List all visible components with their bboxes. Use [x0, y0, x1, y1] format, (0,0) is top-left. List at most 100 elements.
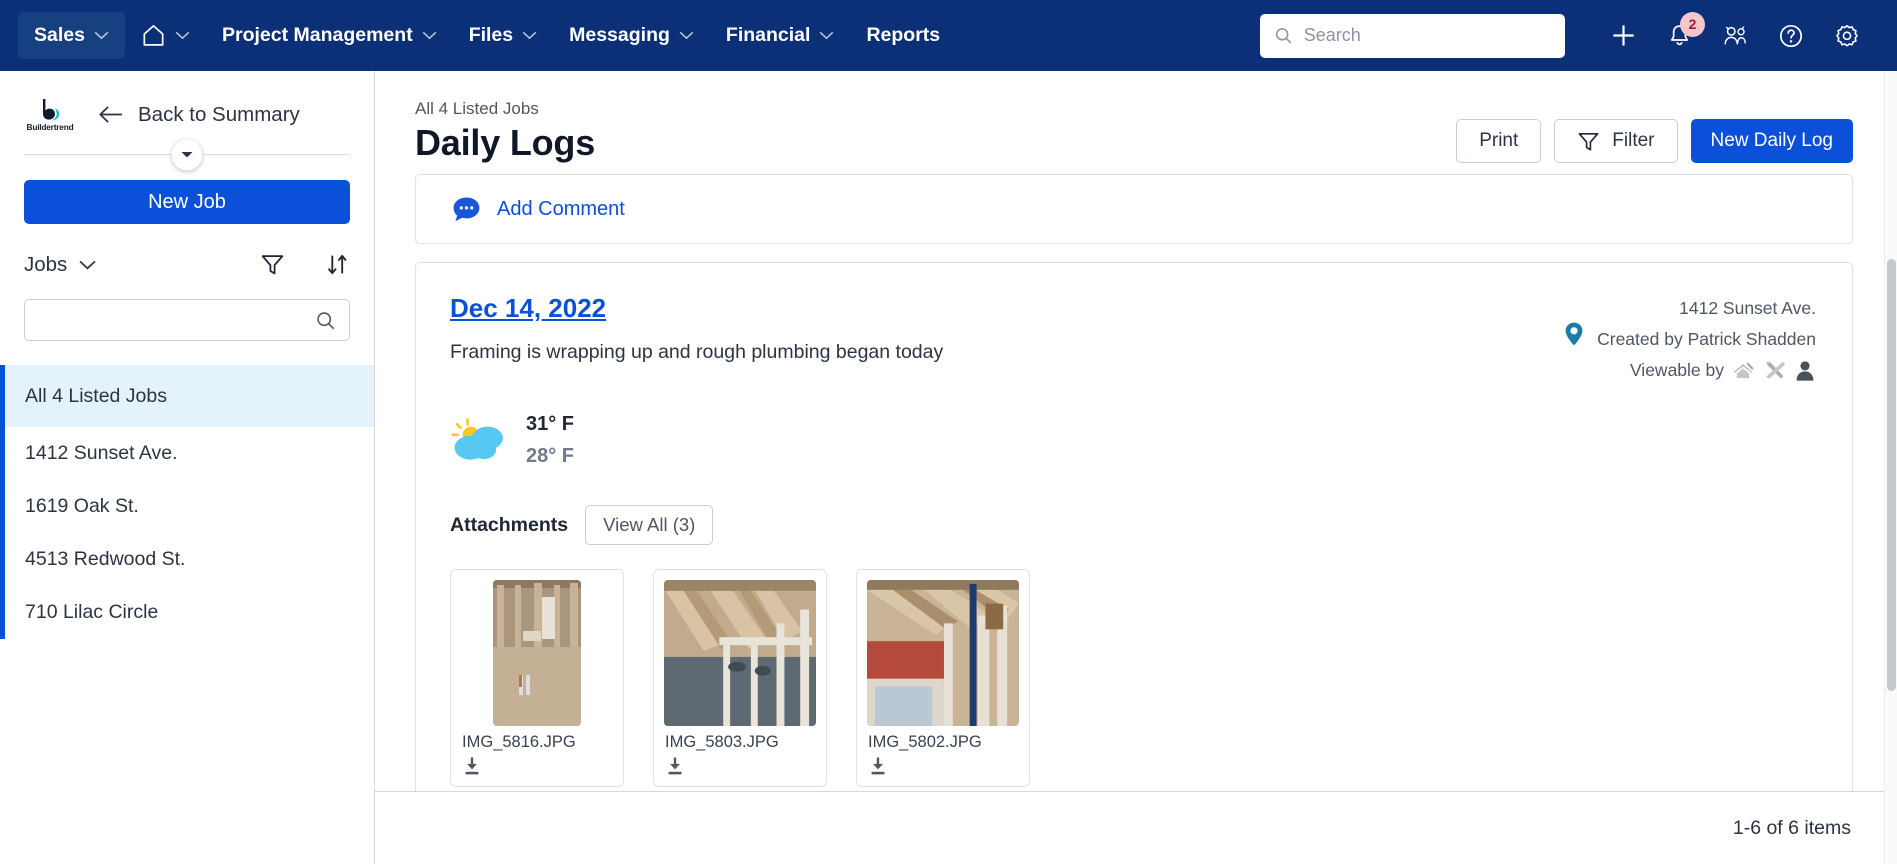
jobs-toolbar: Jobs	[24, 252, 350, 277]
daily-log-description: Framing is wrapping up and rough plumbin…	[450, 341, 944, 363]
job-item-label: 4513 Redwood St.	[25, 548, 186, 570]
daily-log-cards: Add Comment Dec 14, 2022 Framing is wrap…	[375, 174, 1897, 791]
attachment-filename: IMG_5803.JPG	[665, 733, 779, 752]
nav-item-project-management-label: Project Management	[221, 24, 413, 46]
daily-log-date-link[interactable]: Dec 14, 2022	[450, 293, 606, 324]
global-search[interactable]	[1260, 13, 1565, 58]
daily-log-meta: 1412 Sunset Ave. Created by Patrick Shad…	[1565, 293, 1818, 386]
sidebar-item-710-lilac-circle[interactable]: 710 Lilac Circle	[0, 586, 374, 639]
comment-icon	[453, 197, 480, 221]
filter-label: Filter	[1612, 130, 1655, 151]
weather-low: 28° F	[526, 445, 575, 467]
nav-item-financial-label: Financial	[725, 24, 811, 46]
attachment-item[interactable]: IMG_5816.JPG	[450, 569, 624, 787]
pagination-footer: 1-6 of 6 items	[375, 791, 1897, 864]
daily-log-job-address: 1412 Sunset Ave.	[1679, 298, 1816, 318]
previous-log-card-partial: Add Comment	[415, 174, 1853, 244]
sidebar-item-1619-oak-st[interactable]: 1619 Oak St.	[0, 480, 374, 533]
download-icon[interactable]	[665, 756, 685, 776]
nav-item-financial[interactable]: Financial	[710, 12, 851, 59]
notification-badge: 2	[1680, 11, 1705, 37]
daily-log-created-by: Created by Patrick Shadden	[1597, 329, 1816, 349]
owner-icon	[1796, 361, 1814, 381]
notifications-button[interactable]: 2	[1651, 8, 1707, 64]
daily-log-card-top: Dec 14, 2022 Framing is wrapping up and …	[450, 293, 1818, 386]
daily-log-main: Dec 14, 2022 Framing is wrapping up and …	[450, 293, 1597, 386]
attachments-header: Attachments View All (3)	[450, 505, 1818, 545]
help-icon	[1779, 24, 1803, 47]
back-to-summary-link[interactable]: Back to Summary	[98, 103, 300, 127]
page-title: Daily Logs	[415, 122, 596, 163]
download-icon[interactable]	[868, 756, 888, 776]
main-scroll-region: All 4 Listed Jobs Daily Logs Print Filte…	[375, 71, 1897, 791]
jobs-sort-button[interactable]	[325, 252, 350, 277]
vertical-scrollbar-thumb[interactable]	[1887, 259, 1896, 691]
search-icon	[317, 311, 335, 329]
filter-button[interactable]: Filter	[1554, 119, 1678, 163]
print-button[interactable]: Print	[1456, 119, 1542, 163]
filter-icon	[1578, 132, 1599, 151]
buildertrend-wordmark: Buildertrend	[26, 122, 74, 132]
chevron-down-icon	[820, 31, 834, 40]
contacts-button[interactable]	[1707, 8, 1763, 64]
job-item-label: 710 Lilac Circle	[25, 601, 159, 623]
new-daily-log-button[interactable]: New Daily Log	[1690, 119, 1853, 163]
nav-item-reports[interactable]: Reports	[850, 12, 956, 59]
view-all-attachments-button[interactable]: View All (3)	[585, 505, 714, 545]
job-item-label: All 4 Listed Jobs	[25, 384, 167, 407]
nav-item-sales[interactable]: Sales	[18, 12, 125, 59]
sidebar-item-1412-sunset-ave[interactable]: 1412 Sunset Ave.	[0, 427, 374, 480]
chevron-down-icon	[522, 31, 537, 40]
nav-item-sales-label: Sales	[34, 24, 85, 46]
nav-item-messaging-label: Messaging	[569, 24, 670, 46]
weather-block: 31° F 28° F	[450, 408, 1818, 472]
attachment-item[interactable]: IMG_5803.JPG	[653, 569, 827, 787]
download-icon[interactable]	[462, 756, 482, 776]
sidebar-item-4513-redwood-st[interactable]: 4513 Redwood St.	[0, 533, 374, 586]
attachment-filename: IMG_5816.JPG	[462, 733, 576, 752]
breadcrumb: All 4 Listed Jobs	[415, 99, 539, 118]
plus-icon	[1612, 25, 1634, 46]
location-pin-icon	[1565, 322, 1583, 346]
chevron-down-icon	[422, 31, 437, 40]
sidebar-item-all-listed-jobs[interactable]: All 4 Listed Jobs	[0, 365, 374, 427]
main-content: All 4 Listed Jobs Daily Logs Print Filte…	[375, 71, 1897, 864]
new-job-button[interactable]: New Job	[24, 180, 350, 224]
pagination-status: 1-6 of 6 items	[1732, 816, 1851, 839]
subs-icon	[1733, 362, 1754, 379]
nav-item-messaging[interactable]: Messaging	[553, 12, 710, 59]
nav-item-project-management[interactable]: Project Management	[206, 12, 453, 59]
job-list: All 4 Listed Jobs 1412 Sunset Ave. 1619 …	[0, 365, 374, 639]
viewable-by-label: Viewable by	[1629, 360, 1724, 380]
arrow-left-icon	[99, 106, 122, 123]
nav-item-files-label: Files	[468, 24, 514, 46]
jobs-filter-button[interactable]	[260, 252, 285, 277]
buildertrend-mark-icon	[43, 99, 60, 121]
vertical-scrollbar[interactable]	[1884, 71, 1897, 864]
attachment-item[interactable]: IMG_5802.JPG	[856, 569, 1030, 787]
add-comment-label: Add Comment	[497, 197, 625, 220]
filter-icon	[261, 255, 284, 275]
top-navigation-bar: Sales Project Management Files Messaging…	[0, 0, 1897, 71]
jobs-search-input[interactable]	[38, 310, 315, 330]
help-button[interactable]	[1763, 8, 1819, 64]
jobs-search[interactable]	[24, 299, 350, 341]
attachments-label: Attachments	[450, 513, 569, 536]
nav-item-home[interactable]	[125, 11, 206, 60]
attachment-thumbnails: IMG_5816.JPG IMG_5803.JPG IMG_5802.JPG	[450, 569, 1818, 787]
search-input[interactable]	[1303, 25, 1551, 46]
add-button[interactable]	[1595, 8, 1651, 64]
sidebar-expand-toggle[interactable]	[171, 139, 203, 170]
jobs-dropdown[interactable]: Jobs	[24, 253, 96, 277]
sort-icon	[327, 254, 347, 275]
buildertrend-logo: Buildertrend	[22, 97, 78, 132]
weather-temperatures: 31° F 28° F	[526, 408, 574, 472]
add-comment-button[interactable]: Add Comment	[452, 196, 625, 223]
chevron-down-icon	[175, 31, 190, 40]
sidebar-divider	[24, 139, 350, 170]
framing-photo-3	[867, 580, 1019, 727]
nav-item-files[interactable]: Files	[453, 12, 553, 59]
page-header-text: All 4 Listed Jobs Daily Logs	[415, 99, 595, 164]
settings-button[interactable]	[1819, 8, 1875, 64]
page-header: All 4 Listed Jobs Daily Logs Print Filte…	[375, 71, 1897, 164]
